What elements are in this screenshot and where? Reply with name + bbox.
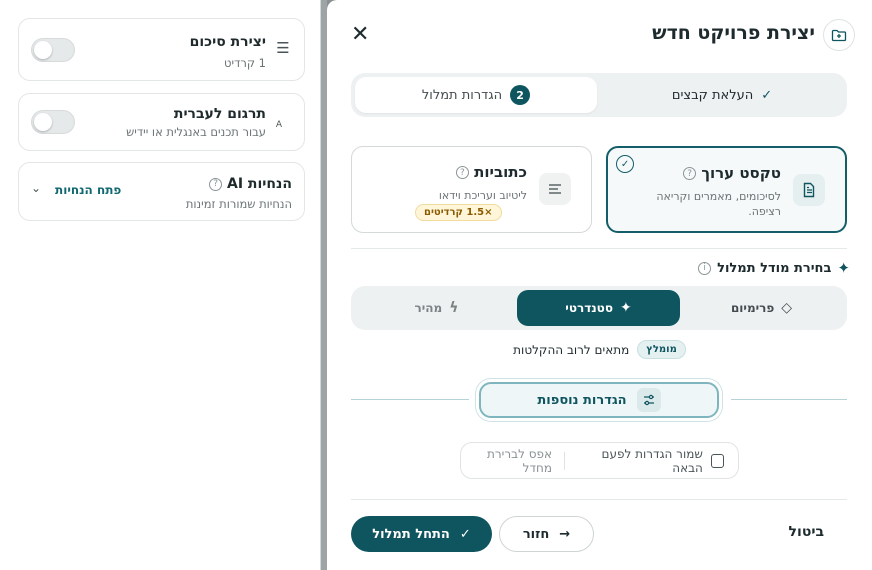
edited-text-title-text: טקסט ערוך: [701, 164, 781, 182]
list-icon: ☰: [276, 39, 290, 57]
recommendation: מומלץ מתאים לרוב ההקלטות: [327, 340, 872, 359]
recommended-pill: מומלץ: [637, 340, 686, 359]
arrow-right-icon: →: [559, 526, 571, 542]
translate-toggle[interactable]: [31, 110, 75, 134]
close-button[interactable]: ✕: [351, 22, 369, 47]
open-guidelines-link[interactable]: פתח הנחיות: [55, 183, 121, 197]
divider: [351, 399, 469, 400]
step-settings-label: הגדרות תמלול: [421, 87, 503, 103]
separator: [564, 451, 565, 470]
svg-text:A: A: [276, 120, 283, 128]
advanced-settings-button[interactable]: הגדרות נוספות: [479, 382, 719, 418]
info-icon: ?: [455, 166, 469, 179]
guidelines-subtitle: הנחיות שמורות זמינות: [185, 197, 292, 211]
edited-text-title: טקסט ערוך ?: [683, 164, 781, 182]
check-icon: ✓: [761, 87, 773, 103]
bolt-icon: ϟ: [449, 300, 459, 316]
option-edited-text[interactable]: טקסט ערוך ? לסיכומים, מאמרים וקריאה רציפ…: [606, 146, 847, 233]
model-standard-label: סטנדרטי: [565, 301, 613, 315]
summary-card: ☰ יצירת סיכום 1 קרדיט: [18, 18, 305, 81]
divider: [351, 499, 847, 500]
diamond-icon: ◇: [781, 300, 793, 316]
sliders-icon: [636, 388, 661, 412]
model-standard[interactable]: ✦ סטנדרטי: [517, 290, 680, 326]
folder-plus-icon: [823, 19, 855, 51]
selected-check-icon: ✓: [616, 155, 634, 173]
model-premium[interactable]: ◇ פרימיום: [680, 290, 843, 326]
step-number: 2: [510, 85, 531, 105]
edited-text-desc: לסיכומים, מאמרים וקריאה רציפה.: [656, 190, 781, 218]
save-settings-checkbox[interactable]: [710, 453, 724, 468]
step-upload-files[interactable]: ✓ העלאת קבצים: [601, 77, 843, 113]
translate-icon: 文A: [266, 112, 292, 132]
translate-title: תרגום לעברית: [173, 106, 266, 122]
captions-title: כתוביות ?: [455, 163, 527, 181]
model-premium-label: פרימיום: [730, 301, 775, 315]
step-upload-label: העלאת קבצים: [671, 87, 754, 103]
align-right-icon: [539, 173, 571, 205]
guidelines-title-text: הנחיות AI: [227, 176, 292, 192]
model-fast[interactable]: ϟ מהיר: [355, 290, 518, 326]
sparkle-icon: ✦: [837, 259, 850, 277]
save-settings-row: שמור הגדרות לפעם הבאה אפס לברירת מחדל: [460, 442, 739, 479]
back-label: חזור: [522, 526, 550, 542]
cancel-button[interactable]: ביטול: [789, 524, 824, 540]
info-icon: ?: [209, 177, 223, 191]
side-panel: ☰ יצירת סיכום 1 קרדיט 文A תרגום לעברית עב…: [0, 0, 321, 570]
recommended-text: מתאים לרוב ההקלטות: [513, 342, 630, 357]
divider: [731, 399, 847, 400]
model-fast-label: מהיר: [414, 301, 443, 315]
info-icon: i: [698, 261, 712, 275]
model-section-label: ✦ בחירת מודל תמלול i: [698, 259, 850, 277]
steps-bar: ✓ העלאת קבצים 2 הגדרות תמלול: [351, 73, 847, 117]
back-button[interactable]: → חזור: [499, 516, 594, 552]
start-transcription-button[interactable]: ✓ התחל תמלול: [351, 516, 492, 552]
reset-defaults-link[interactable]: אפס לברירת מחדל: [461, 447, 552, 475]
summary-toggle[interactable]: [31, 38, 75, 62]
divider: [351, 248, 847, 249]
info-icon: ?: [683, 167, 697, 180]
credits-badge: ×1.5 קרדיטים: [415, 204, 502, 221]
advanced-settings-label: הגדרות נוספות: [537, 392, 627, 408]
option-captions[interactable]: כתוביות ? ליטיוב ועריכת וידאו ×1.5 קרדיט…: [351, 146, 592, 233]
translate-card: 文A תרגום לעברית עבור תכנים באנגלית או יי…: [18, 93, 305, 151]
step-transcription-settings[interactable]: 2 הגדרות תמלול: [355, 77, 597, 113]
save-settings-label[interactable]: שמור הגדרות לפעם הבאה: [577, 447, 702, 475]
create-project-dialog: ✕ יצירת פרויקט חדש ✓ העלאת קבצים 2 הגדרו…: [327, 0, 872, 570]
document-icon: [793, 174, 825, 206]
guidelines-title: הנחיות AI ?: [209, 176, 292, 192]
summary-title: יצירת סיכום: [189, 34, 266, 50]
model-selector: ◇ פרימיום ✦ סטנדרטי ϟ מהיר: [351, 286, 847, 330]
translate-subtitle: עבור תכנים באנגלית או יידיש: [126, 125, 266, 139]
guidelines-card[interactable]: הנחיות AI ? הנחיות שמורות זמינות פתח הנח…: [18, 162, 305, 221]
summary-subtitle: 1 קרדיט: [224, 56, 266, 70]
chevron-down-icon[interactable]: ⌄: [31, 181, 41, 195]
sparkle-icon: ✦: [620, 300, 632, 316]
captions-title-text: כתוביות: [474, 163, 527, 181]
model-section-text: בחירת מודל תמלול: [717, 260, 832, 276]
start-label: התחל תמלול: [372, 526, 450, 542]
check-icon: ✓: [459, 526, 471, 542]
dialog-title: יצירת פרויקט חדש: [652, 22, 815, 44]
captions-desc: ליטיוב ועריכת וידאו: [438, 189, 527, 202]
